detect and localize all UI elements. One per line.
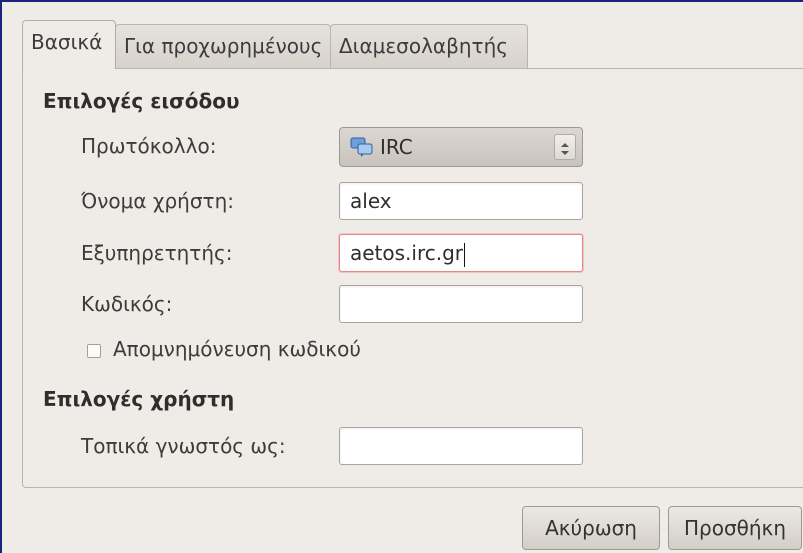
tab-panel-basic: Επιλογές εισόδου Πρωτόκολλο: IRC Όνομα χ… (22, 68, 803, 488)
username-field[interactable]: alex (339, 182, 583, 220)
cancel-button[interactable]: Ακύρωση (522, 506, 660, 550)
combo-arrows-icon (554, 134, 576, 160)
username-label: Όνομα χρήστη: (81, 189, 234, 213)
tab-basic[interactable]: Βασικά (22, 20, 116, 69)
remember-password-label[interactable]: Απομνημόνευση κωδικού (113, 337, 361, 361)
password-label: Κωδικός: (81, 292, 173, 316)
user-options-heading: Επιλογές χρήστη (43, 387, 235, 411)
password-field[interactable] (339, 285, 583, 323)
protocol-combo[interactable]: IRC (339, 127, 583, 167)
username-value: alex (350, 189, 392, 213)
server-value: aetos.irc.gr (350, 241, 464, 265)
account-dialog: Βασικά Για προχωρημένους Διαμεσολαβητής … (0, 0, 803, 553)
protocol-label: Πρωτόκολλο: (81, 134, 217, 158)
tab-proxy[interactable]: Διαμεσολαβητής (330, 24, 528, 68)
add-button[interactable]: Προσθήκη (668, 506, 802, 550)
server-label: Εξυπηρετητής: (81, 241, 233, 265)
tab-advanced[interactable]: Για προχωρημένους (115, 24, 331, 68)
login-options-heading: Επιλογές εισόδου (43, 89, 240, 113)
text-caret (464, 242, 466, 267)
local-alias-field[interactable] (339, 427, 583, 465)
remember-password-checkbox[interactable] (87, 344, 101, 358)
chat-bubbles-icon (350, 137, 373, 157)
local-alias-label: Τοπικά γνωστός ως: (81, 434, 286, 458)
server-field[interactable]: aetos.irc.gr (339, 234, 583, 272)
protocol-value: IRC (380, 135, 413, 159)
